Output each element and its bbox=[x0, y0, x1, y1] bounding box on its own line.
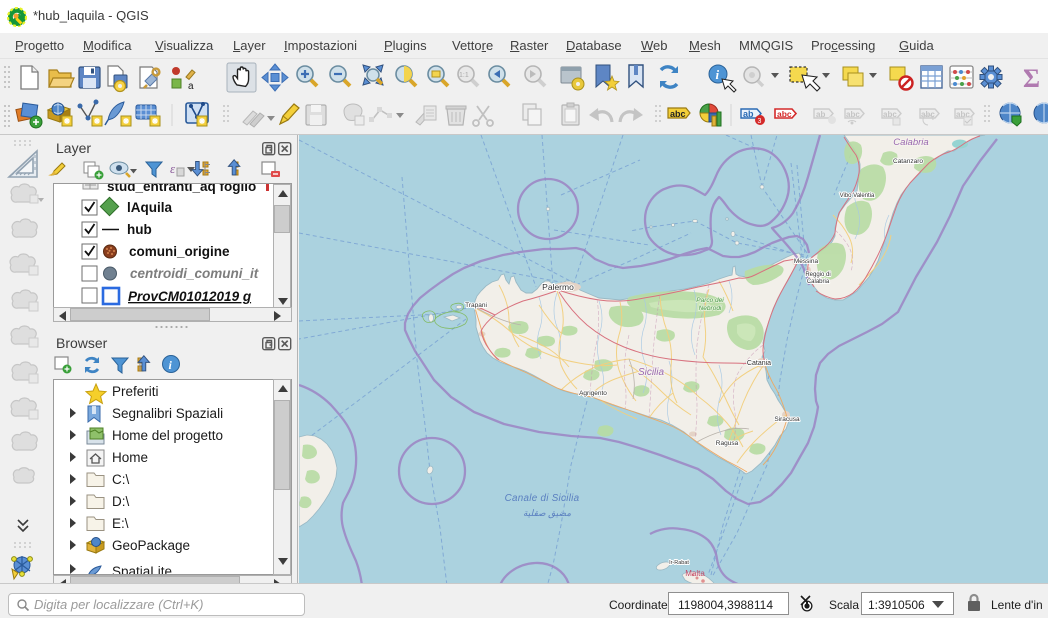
svg-text:SpatiaLite: SpatiaLite bbox=[112, 564, 172, 574]
svg-text:Parco dei: Parco dei bbox=[696, 297, 724, 304]
svg-text:Ir-Rabat: Ir-Rabat bbox=[669, 560, 689, 566]
svg-text:Messina: Messina bbox=[794, 258, 819, 265]
svg-text:Siracusa: Siracusa bbox=[774, 416, 800, 423]
svg-text:Palermo: Palermo bbox=[542, 282, 574, 292]
svg-text:Agrigento: Agrigento bbox=[579, 390, 607, 397]
svg-text:Calabria: Calabria bbox=[807, 279, 830, 285]
svg-text:E:\: E:\ bbox=[112, 516, 129, 531]
svg-text:C:\: C:\ bbox=[112, 472, 130, 487]
svg-text:Preferiti: Preferiti bbox=[112, 384, 159, 399]
svg-text:ab: ab bbox=[816, 110, 825, 119]
svg-text:Nebrodi: Nebrodi bbox=[699, 305, 722, 312]
svg-text:GeoPackage: GeoPackage bbox=[112, 538, 190, 553]
svg-text:Vibo Valentia: Vibo Valentia bbox=[840, 193, 875, 199]
svg-text:hub: hub bbox=[127, 222, 152, 237]
svg-text:Ragusa: Ragusa bbox=[716, 440, 739, 447]
svg-text:abc: abc bbox=[670, 109, 686, 119]
svg-text:Calabria: Calabria bbox=[893, 137, 928, 148]
svg-text:comuni_origine: comuni_origine bbox=[129, 244, 230, 259]
svg-text:Catanzaro: Catanzaro bbox=[893, 158, 923, 165]
svg-text:Reggio di: Reggio di bbox=[805, 272, 830, 278]
svg-text:ProvCM01012019 g: ProvCM01012019 g bbox=[128, 289, 252, 304]
svg-text:stud_entranti_aq foglio: stud_entranti_aq foglio bbox=[107, 184, 256, 194]
svg-text:Trapani: Trapani bbox=[465, 302, 487, 309]
svg-text:Malta: Malta bbox=[685, 569, 705, 578]
svg-text:Segnalibri Spaziali: Segnalibri Spaziali bbox=[112, 406, 223, 421]
svg-text:centroidi_comuni_it: centroidi_comuni_it bbox=[130, 266, 259, 281]
svg-text:Home: Home bbox=[112, 450, 148, 465]
svg-text:3: 3 bbox=[758, 118, 762, 125]
svg-text:1:1: 1:1 bbox=[459, 72, 469, 79]
svg-text:lAquila: lAquila bbox=[127, 200, 172, 215]
svg-text:ε: ε bbox=[170, 161, 176, 176]
svg-text:Catania: Catania bbox=[747, 360, 771, 367]
svg-text:Sicilia: Sicilia bbox=[638, 367, 665, 378]
svg-text:D:\: D:\ bbox=[112, 494, 130, 509]
svg-text:i: i bbox=[716, 67, 720, 82]
svg-text:ab: ab bbox=[743, 109, 754, 119]
svg-text:Home del progetto: Home del progetto bbox=[112, 428, 223, 443]
svg-text:Σ: Σ bbox=[1023, 64, 1040, 93]
svg-text:abc: abc bbox=[777, 109, 792, 119]
svg-text:Canale di Sicilia: Canale di Sicilia bbox=[505, 493, 580, 504]
svg-text:abc: abc bbox=[846, 110, 860, 119]
svg-text:مضيق صقلية: مضيق صقلية bbox=[523, 508, 571, 519]
svg-text:a: a bbox=[188, 81, 194, 92]
